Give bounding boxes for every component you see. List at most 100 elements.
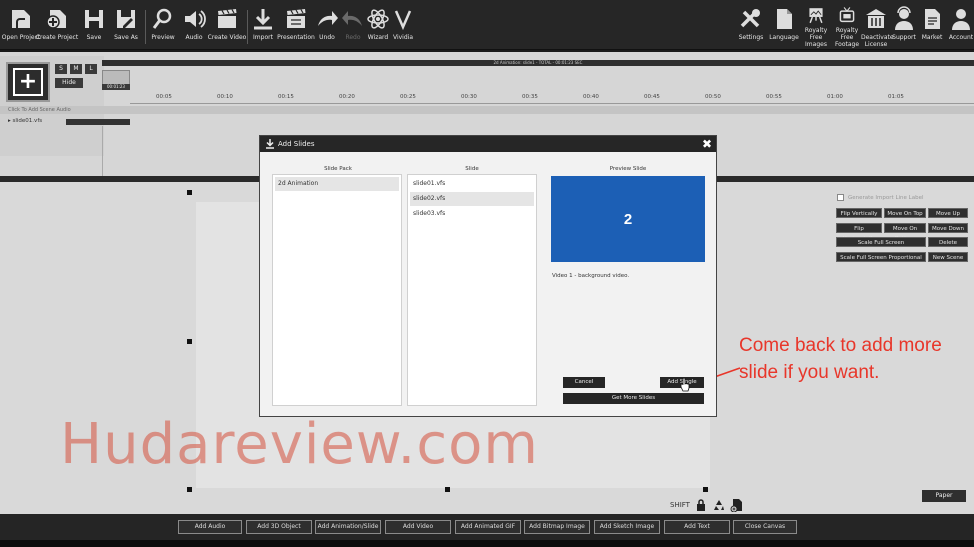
scene-timecode: 00:01:23 (102, 84, 130, 90)
save-icon (85, 10, 103, 28)
ruler-tick: 00:15 (278, 94, 294, 100)
resize-handle[interactable] (187, 487, 192, 492)
delete-button[interactable]: Delete (928, 237, 968, 247)
recycle-icon[interactable] (712, 498, 726, 512)
tools-icon (740, 9, 760, 28)
deactivate-license-button[interactable]: Deactivate License (861, 6, 894, 48)
import-arrow-icon (254, 9, 272, 30)
create-project-button[interactable]: Create Project (36, 6, 78, 48)
royalty-free-images-button[interactable]: Royalty Free Images (801, 6, 831, 48)
move-on-bottom-button[interactable]: Move On Bottom (884, 223, 926, 242)
presentation-button[interactable]: Presentation (277, 6, 315, 48)
audio-button[interactable]: Audio (181, 6, 207, 48)
size-medium-button[interactable]: M (70, 64, 82, 74)
v-logo-icon (394, 10, 412, 31)
create-video-button[interactable]: Create Video (208, 6, 246, 48)
flip-vertically-button[interactable]: Flip Vertically (836, 208, 882, 218)
move-up-button[interactable]: Move Up (928, 208, 968, 218)
create-project-icon (46, 10, 66, 29)
scene-title-bar: 2d Animation: slide1 - TOTAL - 00:01:23 … (102, 60, 974, 66)
market-doc-icon (925, 9, 940, 29)
track-controls[interactable] (66, 119, 130, 125)
undo-button[interactable]: Undo (315, 6, 339, 48)
ruler-tick: 00:10 (217, 94, 233, 100)
size-small-button[interactable]: S (55, 64, 67, 74)
slide-pack-header: Slide Pack (324, 166, 352, 172)
redo-button[interactable]: Redo (341, 6, 365, 48)
move-down-button[interactable]: Move Down (928, 223, 968, 233)
resize-handle[interactable] (703, 487, 708, 492)
support-button[interactable]: Support (891, 6, 917, 48)
close-canvas-button[interactable]: Close Canvas (733, 520, 797, 534)
close-icon[interactable]: ✖ (701, 138, 713, 150)
add-text-button[interactable]: Add Text (664, 520, 730, 534)
resize-handle[interactable] (187, 339, 192, 344)
add-animation-slide-button[interactable]: Add Animation/Slide (315, 520, 381, 534)
import-button[interactable]: Import (250, 6, 276, 48)
resize-handle[interactable] (445, 487, 450, 492)
add-audio-button[interactable]: Add Audio (178, 520, 242, 534)
track-name: slide01.vfs (12, 118, 43, 124)
undo-icon (318, 11, 338, 26)
add-slide-button[interactable]: + (6, 62, 50, 102)
add-video-button[interactable]: Add Video (385, 520, 451, 534)
ruler-tick: 01:00 (827, 94, 843, 100)
get-more-slides-button[interactable]: Get More Slides (563, 393, 704, 404)
wizard-button[interactable]: Wizard (365, 6, 391, 48)
list-item[interactable]: 2d Animation (275, 177, 399, 191)
language-button[interactable]: Language (769, 6, 799, 48)
list-item[interactable]: slide03.vfs (410, 207, 534, 221)
presentation-label: Presentation (277, 34, 315, 41)
toolbar-separator (247, 10, 248, 44)
shift-label: SHIFT (670, 501, 690, 509)
import-line-label-toggle[interactable]: Generate Import Line Label (837, 194, 924, 201)
hand-cursor-icon (680, 378, 690, 392)
scale-full-screen-button[interactable]: Scale Full Screen (836, 237, 926, 247)
save-button[interactable]: Save (81, 6, 107, 48)
preview-number: 2 (623, 210, 633, 228)
move-on-top-button[interactable]: Move On Top (884, 208, 926, 218)
ruler-tick: 00:05 (156, 94, 172, 100)
shift-tools: SHIFT (670, 498, 744, 512)
slide-pack-list[interactable]: 2d Animation (272, 174, 402, 406)
slide-list[interactable]: slide01.vfs slide02.vfs slide03.vfs (407, 174, 537, 406)
ruler-tick: 01:05 (888, 94, 904, 100)
checkbox[interactable] (837, 194, 844, 201)
scene-audio-track[interactable]: Click To Add Scene Audio (0, 106, 974, 114)
add-bitmap-image-button[interactable]: Add Bitmap Image (524, 520, 590, 534)
add-document-icon[interactable] (730, 498, 744, 512)
list-item[interactable]: slide02.vfs (410, 192, 534, 206)
paper-button[interactable]: Paper (922, 490, 966, 502)
add-3d-object-button[interactable]: Add 3D Object (246, 520, 312, 534)
scale-full-screen-proportional-button[interactable]: Scale Full Screen Proportional (836, 252, 926, 262)
resize-handle[interactable] (187, 190, 192, 195)
preview-button[interactable]: Preview (150, 6, 176, 48)
size-large-button[interactable]: L (85, 64, 97, 74)
presentation-clapper-icon (287, 9, 306, 28)
save-label: Save (86, 34, 102, 41)
list-item[interactable]: slide01.vfs (410, 177, 534, 191)
add-animated-gif-button[interactable]: Add Animated GIF (455, 520, 521, 534)
new-scene-button[interactable]: New Scene (928, 252, 968, 262)
import-label: Import (253, 34, 273, 41)
lock-icon[interactable] (694, 498, 708, 512)
hide-button[interactable]: Hide (55, 78, 83, 88)
object-properties-panel: Generate Import Line Label Flip Vertical… (834, 192, 974, 272)
ruler-tick: 00:35 (522, 94, 538, 100)
building-icon (866, 9, 886, 28)
account-button[interactable]: Account (948, 6, 974, 48)
add-sketch-image-button[interactable]: Add Sketch Image (594, 520, 660, 534)
cancel-button[interactable]: Cancel (563, 377, 605, 388)
ruler-tick: 00:25 (400, 94, 416, 100)
vividia-button[interactable]: Vividia (391, 6, 415, 48)
track-row[interactable]: ▸ slide01.vfs (0, 116, 974, 126)
market-button[interactable]: Market (920, 6, 944, 48)
save-as-button[interactable]: Save As (113, 6, 139, 48)
time-ruler[interactable]: 00:05 00:10 00:15 00:20 00:25 00:30 00:3… (130, 94, 974, 104)
open-project-icon (12, 10, 30, 28)
speaker-icon (185, 10, 206, 28)
royalty-free-footage-button[interactable]: Royalty Free Footage (832, 6, 862, 48)
open-project-button[interactable]: Open Project (2, 6, 40, 48)
flip-horizontally-button[interactable]: Flip Horizontally (836, 223, 882, 242)
settings-button[interactable]: Settings (738, 6, 764, 48)
